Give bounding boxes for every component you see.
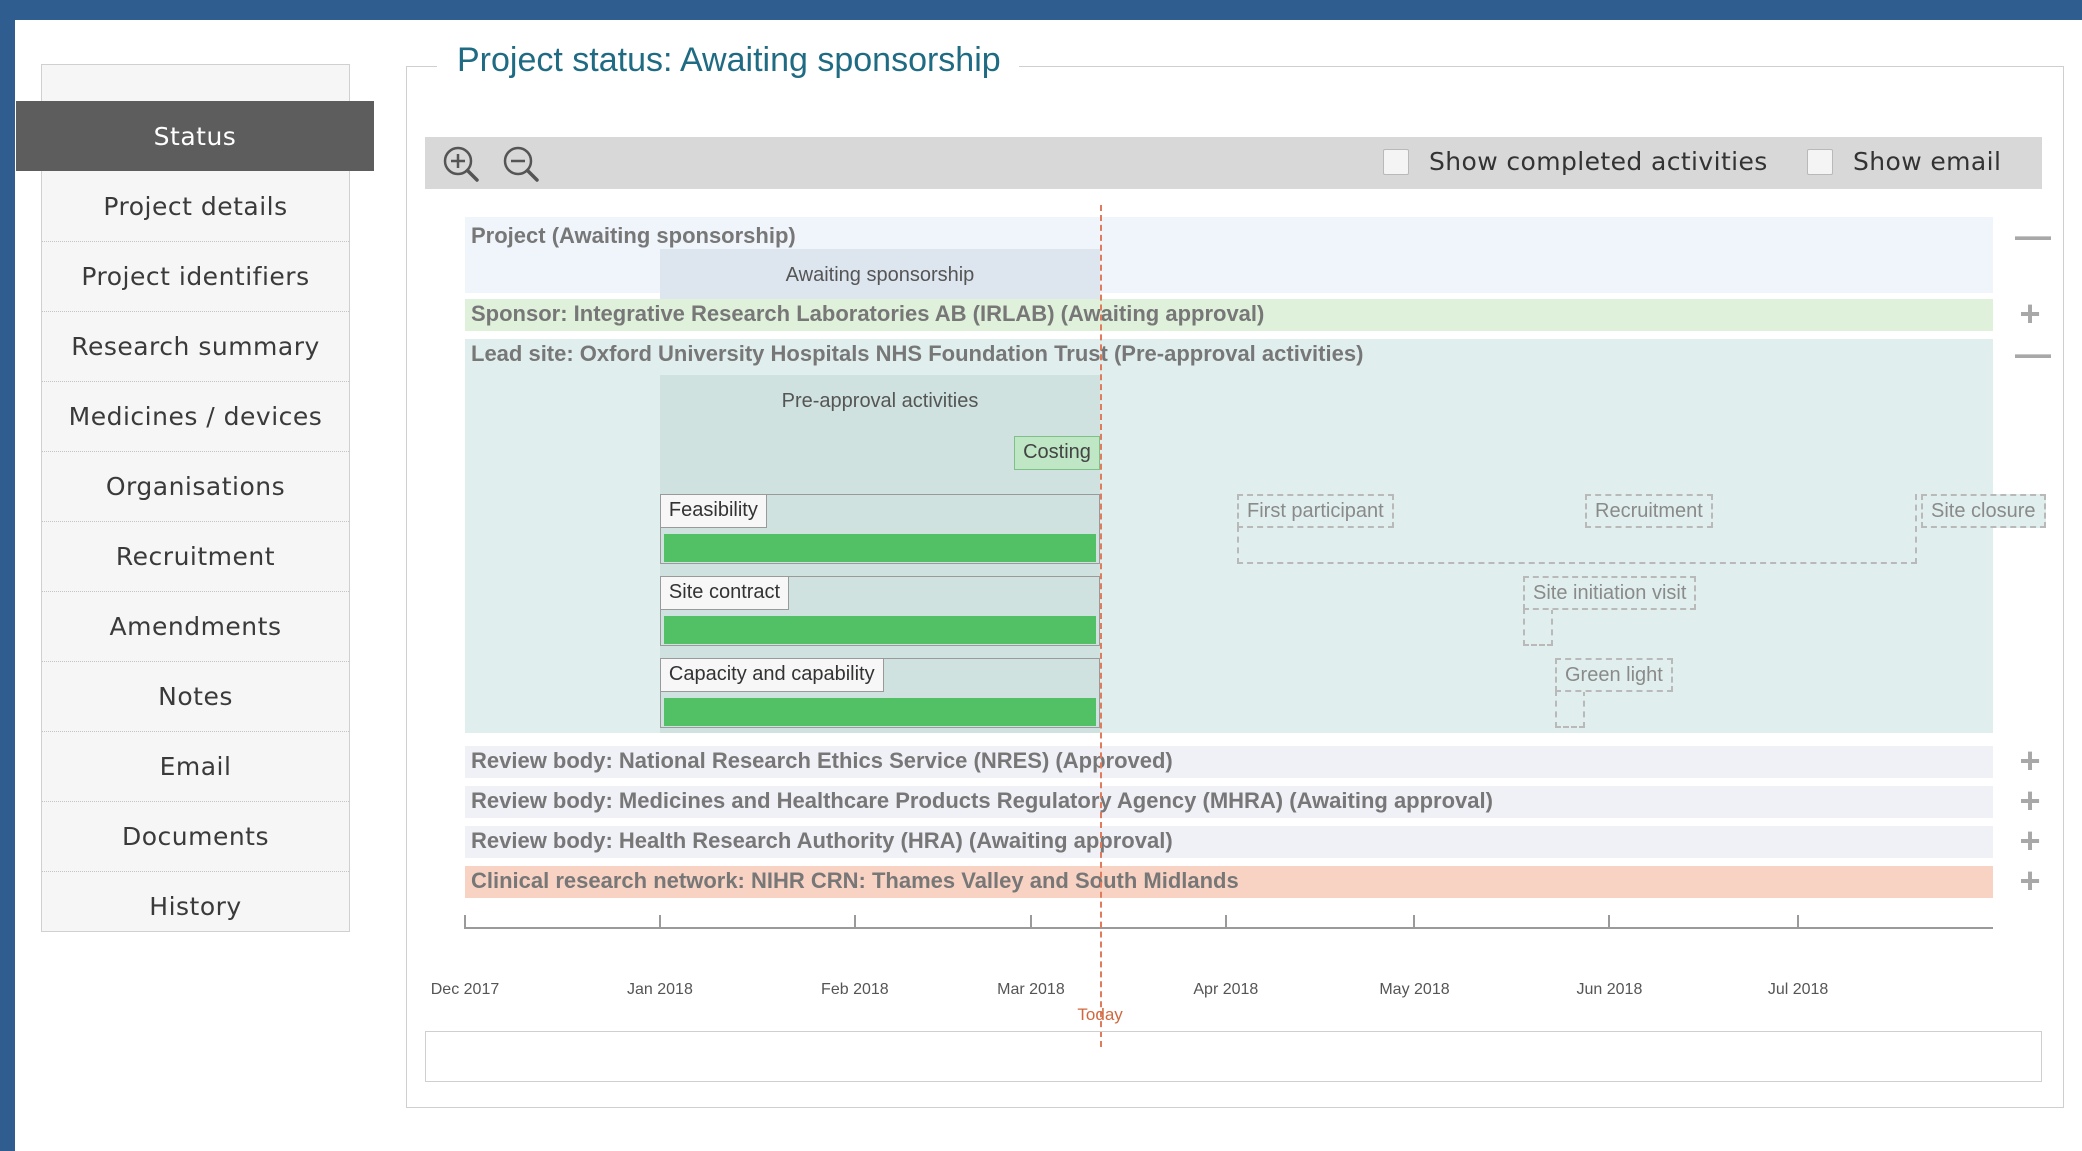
sidebar-nav: Status Project details Project identifie… <box>16 64 374 932</box>
sidebar-item-organisations[interactable]: Organisations <box>42 451 349 521</box>
planned-activity[interactable]: Recruitment <box>1585 494 1713 528</box>
collapse-row-button[interactable]: — <box>2015 218 2051 254</box>
today-marker-line <box>1100 205 1103 1047</box>
axis-tick-label: May 2018 <box>1379 981 1450 998</box>
sidebar-item-recruitment[interactable]: Recruitment <box>42 521 349 591</box>
planned-activity[interactable]: Green light <box>1555 658 1673 692</box>
sidebar-item-research-summary[interactable]: Research summary <box>42 311 349 381</box>
planned-activity[interactable]: Site closure <box>1921 494 2046 528</box>
axis-tick <box>658 915 661 929</box>
sidebar-item-email[interactable]: Email <box>42 731 349 801</box>
page: Status Project details Project identifie… <box>15 20 2082 1151</box>
gantt-row-title[interactable]: Review body: National Research Ethics Se… <box>471 748 1173 774</box>
axis-tick-label: Jan 2018 <box>627 981 693 998</box>
collapse-row-button[interactable]: — <box>2015 336 2051 372</box>
planned-activity[interactable]: Site initiation visit <box>1523 576 1697 610</box>
axis-tick <box>853 915 856 929</box>
expand-row-button[interactable]: + <box>2015 783 2045 819</box>
sidebar-item-history[interactable]: History <box>42 871 349 941</box>
activity-label[interactable]: Site contract <box>659 576 790 610</box>
activity-label[interactable]: Capacity and capability <box>659 658 884 692</box>
gantt-row-title[interactable]: Project (Awaiting sponsorship) <box>471 223 796 249</box>
milestone-costing[interactable]: Costing <box>1014 436 1100 470</box>
details-box <box>425 1031 2042 1082</box>
axis-tick-label: Dec 2017 <box>430 981 500 998</box>
project-status-panel: Project status: Awaiting sponsorship Sho… <box>406 41 2064 1108</box>
gantt-row-title[interactable]: Review body: Medicines and Healthcare Pr… <box>471 788 1493 814</box>
today-label: Today <box>1077 1005 1123 1024</box>
axis-tick-label: Apr 2018 <box>1193 981 1259 998</box>
timeline-axis <box>465 927 1993 929</box>
sidebar-item-status[interactable]: Status <box>16 101 374 171</box>
activity-progress-bar[interactable] <box>663 534 1097 562</box>
gantt-chart: Project (Awaiting sponsorship) — Awaiting … <box>407 67 2063 1107</box>
expand-row-button[interactable]: + <box>2015 296 2045 332</box>
axis-tick-label: Jun 2018 <box>1576 981 1643 998</box>
sidebar-item-project-identifiers[interactable]: Project identifiers <box>42 241 349 311</box>
expand-row-button[interactable]: + <box>2015 823 2045 859</box>
axis-tick <box>1224 915 1227 929</box>
gantt-row-title[interactable]: Review body: Health Research Authority (… <box>471 828 1173 854</box>
sidebar-item-project-details[interactable]: Project details <box>42 171 349 241</box>
axis-tick-label: Feb 2018 <box>821 981 889 998</box>
axis-tick-label: Jul 2018 <box>1767 981 1829 998</box>
activity-progress-bar[interactable] <box>663 698 1097 726</box>
activity-progress-bar[interactable] <box>663 616 1097 644</box>
axis-tick <box>1029 915 1032 929</box>
phase-label: Pre-approval activities <box>781 390 979 412</box>
sidebar-item-amendments[interactable]: Amendments <box>42 591 349 661</box>
expand-row-button[interactable]: + <box>2015 743 2045 779</box>
expand-row-button[interactable]: + <box>2015 863 2045 899</box>
gantt-row-title[interactable]: Lead site: Oxford University Hospitals N… <box>471 341 1363 367</box>
phase-label: Awaiting sponsorship <box>785 264 975 286</box>
axis-tick-label: Mar 2018 <box>997 981 1065 998</box>
planned-activity[interactable]: First participant <box>1237 494 1394 528</box>
axis-tick <box>1413 915 1416 929</box>
gantt-row-title[interactable]: Sponsor: Integrative Research Laboratori… <box>471 301 1264 327</box>
axis-tick <box>464 915 466 929</box>
sidebar-item-medicines-devices[interactable]: Medicines / devices <box>42 381 349 451</box>
gantt-row-title[interactable]: Clinical research network: NIHR CRN: Tha… <box>471 868 1239 894</box>
axis-tick <box>1797 915 1800 929</box>
sidebar-item-documents[interactable]: Documents <box>42 801 349 871</box>
axis-tick <box>1608 915 1611 929</box>
sidebar-item-notes[interactable]: Notes <box>42 661 349 731</box>
activity-label[interactable]: Feasibility <box>659 494 767 528</box>
